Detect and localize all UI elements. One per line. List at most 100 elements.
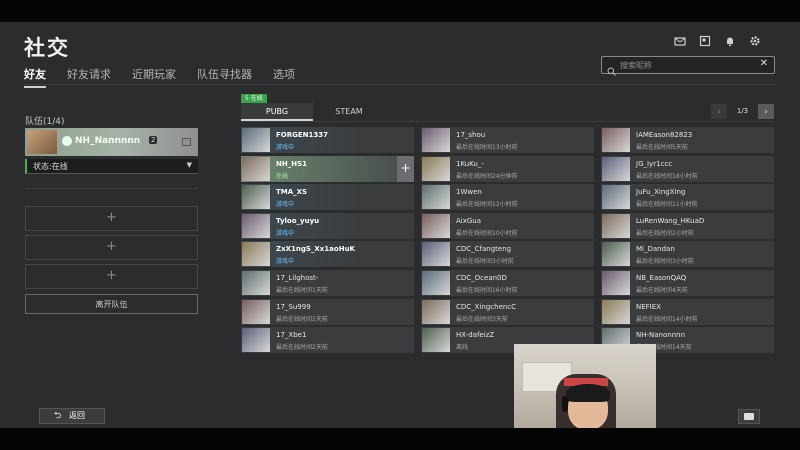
chevron-down-icon: ▼ [186, 161, 192, 169]
friend-list-item[interactable]: Tyloo_yuyu 游戏中 [241, 212, 414, 239]
friend-name: CDC_Ocean0D [456, 274, 507, 282]
back-arrow-icon: ⮌ [54, 411, 62, 421]
friend-list-item[interactable]: JG_Iyr1ccc 最后在线时间18小时前 [601, 155, 774, 182]
friend-status: 最后在线时间2天前 [276, 315, 328, 323]
avatar [422, 271, 450, 295]
empty-team-slot[interactable]: + [25, 235, 198, 260]
friend-status: 在线 [276, 172, 289, 180]
friend-name: NB_EasonQAQ [636, 274, 687, 282]
bell-icon[interactable] [724, 32, 736, 46]
chat-icon [744, 413, 754, 420]
team-member-card[interactable]: NH_Nannnnn 2 [25, 128, 198, 156]
friend-status: 最后在线时间3天前 [456, 315, 508, 323]
friend-list-item[interactable]: JuFu_XingXing 最后在线时间11小时前 [601, 184, 774, 211]
friend-status: 离线 [456, 344, 469, 352]
avatar [602, 213, 630, 238]
friend-list-item[interactable]: TMA_XS 游戏中 [241, 184, 414, 211]
friend-list-item[interactable]: NEFIEX 最后在线时间14小时前 [601, 298, 774, 325]
profile-card-icon[interactable] [182, 138, 191, 146]
friend-status: 最后在线时间14小时前 [636, 315, 698, 323]
status-dropdown[interactable]: 状态:在线 ▼ [25, 159, 198, 174]
member-badge: 2 [149, 136, 158, 144]
friend-name: 17_shou [456, 131, 486, 139]
next-page-button[interactable]: › [758, 104, 774, 119]
avatar [242, 299, 270, 324]
letterbox-top [0, 0, 800, 22]
friend-name: 1KuKu_- [456, 159, 484, 168]
gear-icon[interactable] [749, 32, 761, 46]
friend-name: 17_Su999 [276, 302, 311, 311]
leave-team-button[interactable]: 离开队伍 [25, 294, 198, 314]
friend-list-item[interactable]: 17_shou 最后在线时间13小时前 [421, 127, 594, 153]
profile-card-icon[interactable] [699, 32, 711, 47]
friend-status: 最后在线时间18小时前 [636, 172, 698, 180]
friend-list-item[interactable]: AixGua 最后在线时间10小时前 [421, 212, 594, 239]
page-title: 社交 [24, 36, 70, 60]
avatar [242, 128, 270, 152]
friend-list-item[interactable]: 1KuKu_- 最后在线时间24分钟前 [421, 155, 594, 182]
member-name: NH_Nannnnn [75, 136, 141, 146]
friend-name: TMA_XS [276, 188, 308, 197]
search-input[interactable] [620, 59, 760, 71]
friend-list-item[interactable]: 17_Su999 最后在线时间2天前 [241, 298, 414, 325]
friend-status: 最后在线时间1天前 [276, 287, 328, 294]
friend-list-item[interactable]: ZxX1ngS_Xx1aoHuK 游戏中 [241, 241, 414, 268]
friend-name: AixGua [456, 216, 482, 225]
tab-pubg[interactable]: PUBG [241, 103, 313, 121]
tab-steam[interactable]: STEAM [313, 103, 385, 121]
friend-name: HX-dafeizZ [456, 331, 495, 340]
friend-list-item[interactable]: 17_Xbe1 最后在线时间2天前 [241, 327, 414, 354]
empty-team-slot[interactable]: + [25, 264, 198, 289]
friend-list-item[interactable]: FORGEN1337 游戏中 [241, 127, 414, 153]
letterbox-bottom [0, 428, 800, 450]
team-label: 队伍(1/4) [25, 117, 65, 127]
search-icon [607, 61, 616, 80]
friend-name: 1Wwen [456, 188, 482, 197]
team-divider [25, 188, 198, 189]
avatar [422, 242, 450, 267]
leave-team-label: 离开队伍 [95, 300, 128, 309]
platform-divider [241, 121, 774, 122]
avatar [422, 328, 450, 353]
friend-status: 游戏中 [276, 229, 295, 237]
chat-button[interactable] [738, 409, 760, 424]
friend-status: 最后在线时间2天前 [276, 344, 328, 352]
invite-button[interactable]: + [397, 155, 414, 182]
friend-list-item[interactable]: NH_HS1 在线 + [241, 155, 414, 182]
friend-list-item[interactable]: Mi_Dandan 最后在线时间3小时前 [601, 241, 774, 268]
friend-status: 游戏中 [276, 144, 295, 151]
friend-list-item[interactable]: 17_Lilghost- 最后在线时间1天前 [241, 270, 414, 296]
friend-list-item[interactable]: CDC_Cfangteng 最后在线时间3小时前 [421, 241, 594, 268]
friend-name: 17_Xbe1 [276, 331, 307, 340]
mail-icon[interactable] [674, 32, 686, 46]
friend-list-item[interactable]: LuRenWang_HKuaD 最后在线时间2小时前 [601, 212, 774, 239]
page-indicator: 1/3 [736, 107, 749, 115]
plus-icon: + [106, 268, 117, 283]
friend-name: LuRenWang_HKuaD [636, 216, 705, 225]
friend-list-item[interactable]: CDC_XingchencC 最后在线时间3天前 [421, 298, 594, 325]
avatar [27, 130, 57, 154]
friend-status: 最后在线时间11小时前 [636, 201, 698, 209]
friend-status: 最后在线时间2小时前 [636, 229, 694, 237]
header-icons [674, 32, 761, 47]
friend-name: Tyloo_yuyu [276, 216, 320, 225]
empty-team-slot[interactable]: + [25, 206, 198, 231]
friend-list-item[interactable]: CDC_Ocean0D 最后在线时间16小时前 [421, 270, 594, 296]
status-value: 状态:在线 [33, 162, 68, 171]
clear-search-icon[interactable]: ✕ [760, 58, 768, 69]
friend-name: IAMEason82823 [636, 131, 693, 139]
friend-list-item[interactable]: IAMEason82823 最后在线时间5天前 [601, 127, 774, 153]
friend-name: NEFIEX [636, 302, 661, 311]
avatar [602, 242, 630, 267]
avatar [242, 242, 270, 267]
avatar [242, 213, 270, 238]
plus-icon: + [106, 210, 117, 225]
tab-divider [24, 84, 776, 85]
back-button[interactable]: ⮌ 返回 [39, 408, 105, 424]
friend-name: JuFu_XingXing [636, 188, 686, 197]
friend-list-item[interactable]: NB_EasonQAQ 最后在线时间4天前 [601, 270, 774, 296]
friend-list-item[interactable]: 1Wwen 最后在线时间12小时前 [421, 184, 594, 211]
friend-status: 最后在线时间3小时前 [456, 258, 514, 266]
friend-name: ZxX1ngS_Xx1aoHuK [276, 245, 355, 254]
prev-page-button[interactable]: ‹ [711, 104, 727, 119]
